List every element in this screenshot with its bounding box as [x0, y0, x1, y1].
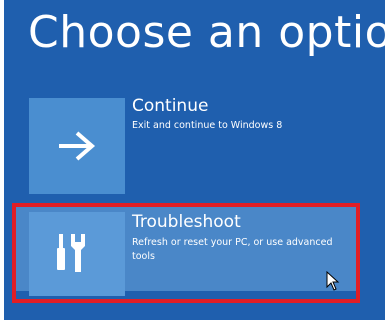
continue-label[interactable]: Continue [132, 96, 208, 116]
page-title: Choose an option [28, 7, 385, 58]
mouse-pointer-icon [326, 271, 340, 291]
troubleshoot-description: Refresh or reset your PC, or use advance… [132, 237, 333, 262]
continue-description: Exit and continue to Windows 8 [132, 120, 283, 131]
troubleshoot-label[interactable]: Troubleshoot [132, 212, 241, 232]
tools-icon [57, 234, 85, 272]
arrow-right-icon [59, 131, 96, 161]
troubleshoot-tile[interactable] [29, 212, 125, 296]
recovery-screen: Choose an option Continue Exit and conti… [4, 0, 385, 320]
continue-tile[interactable] [29, 98, 125, 194]
troubleshoot-option[interactable]: Troubleshoot Refresh or reset your PC, o… [14, 205, 356, 296]
